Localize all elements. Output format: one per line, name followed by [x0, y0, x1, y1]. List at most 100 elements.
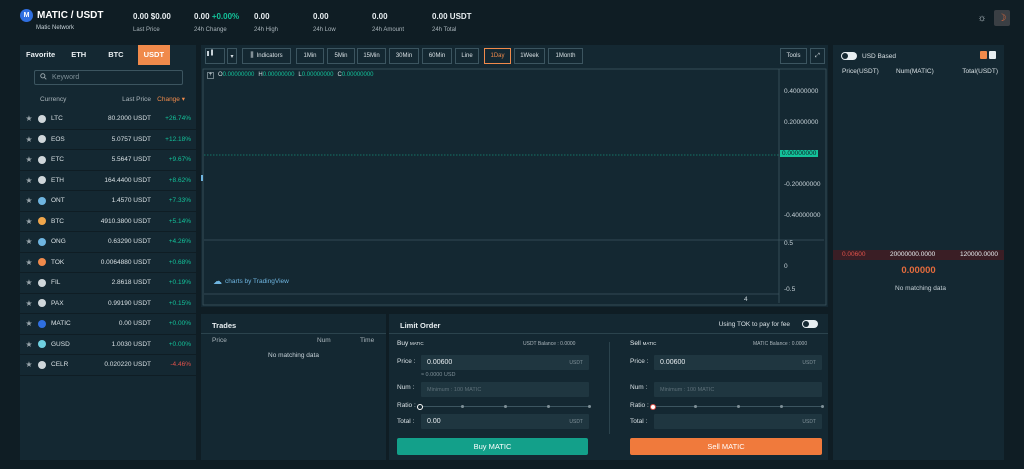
market-symbol: CELR — [51, 361, 69, 369]
market-change: +5.14% — [168, 217, 191, 225]
coin-icon — [38, 114, 46, 123]
market-row[interactable]: ★ BTC 4910.3800 USDT +5.14% — [20, 212, 196, 232]
market-row[interactable]: ★ ETH 164.4400 USDT +8.62% — [20, 171, 196, 191]
market-change: +0.68% — [168, 258, 191, 266]
col-currency[interactable]: Currency — [40, 96, 103, 103]
favorite-star-icon[interactable]: ★ — [20, 237, 38, 246]
col-last-price[interactable]: Last Price — [103, 96, 151, 103]
pair-header: M MATIC / USDT — [20, 9, 103, 22]
tradingview-watermark[interactable]: ☁ charts by TradingView — [213, 276, 289, 287]
sell-price-input[interactable]: 0.00600 USDT — [654, 355, 822, 370]
market-price: 4910.3800 USDT — [100, 217, 151, 225]
orderbook-panel: USD Based Price(USDT) Num(MATIC) Total(U… — [833, 45, 1004, 460]
market-row[interactable]: ★ ETC 5.5647 USDT +9.67% — [20, 150, 196, 171]
coin-icon — [38, 155, 46, 164]
coin-icon — [38, 217, 46, 226]
favorite-star-icon[interactable]: ★ — [20, 278, 38, 287]
market-row[interactable]: ★ GUSD 1.0030 USDT +0.00% — [20, 335, 196, 355]
sell-orders-view-icon[interactable] — [980, 51, 987, 59]
coin-icon — [38, 340, 46, 349]
favorite-star-icon[interactable]: ★ — [20, 196, 38, 205]
coin-icon — [38, 258, 46, 267]
sort-desc-icon: ▾ — [181, 96, 185, 103]
limit-order-title: Limit Order — [400, 321, 441, 330]
all-orders-view-icon[interactable] — [989, 51, 996, 59]
moon-icon[interactable]: ☽ — [994, 10, 1010, 26]
sell-total-input[interactable]: USDT — [654, 414, 822, 429]
coin-icon — [38, 196, 46, 205]
tab-btc[interactable]: BTC — [102, 45, 129, 65]
market-change: +26.74% — [165, 115, 191, 123]
trades-empty: No matching data — [268, 352, 319, 359]
market-symbol: EOS — [51, 135, 65, 143]
favorite-star-icon[interactable]: ★ — [20, 340, 38, 349]
market-row[interactable]: ★ CELR 0.020220 USDT -4.46% — [20, 355, 196, 376]
favorite-star-icon[interactable]: ★ — [20, 360, 38, 369]
sell-ratio-slider[interactable] — [650, 403, 824, 410]
tab-eth[interactable]: ETH — [65, 45, 92, 65]
coin-icon — [38, 135, 46, 144]
sell-button[interactable]: Sell MATIC — [630, 438, 822, 455]
sell-total-label: Total : — [630, 418, 648, 425]
coin-icon — [38, 299, 46, 308]
favorite-star-icon[interactable]: ★ — [20, 176, 38, 185]
buy-ratio-slider[interactable] — [417, 403, 591, 410]
favorite-star-icon[interactable]: ★ — [20, 135, 38, 144]
tok-fee-toggle[interactable] — [802, 320, 818, 328]
market-row[interactable]: ★ MATIC 0.00 USDT +0.00% — [20, 314, 196, 335]
volume-tick: -0.5 — [784, 286, 796, 293]
sun-icon[interactable]: ☼ — [974, 10, 990, 26]
market-change: +0.00% — [168, 320, 191, 328]
market-symbol: ONT — [51, 197, 65, 205]
market-row[interactable]: ★ TOK 0.0064880 USDT +0.68% — [20, 253, 196, 273]
market-price: 0.63290 USDT — [108, 238, 151, 246]
market-list-panel: Favorite ETH BTC USDT Keyword Currency L… — [20, 45, 196, 460]
market-row[interactable]: ★ EOS 5.0757 USDT +12.18% — [20, 130, 196, 150]
market-row[interactable]: ★ ONT 1.4570 USDT +7.33% — [20, 191, 196, 212]
buy-button[interactable]: Buy MATIC — [397, 438, 588, 455]
market-row[interactable]: ★ ONG 0.63290 USDT +4.26% — [20, 232, 196, 253]
favorite-star-icon[interactable]: ★ — [20, 258, 38, 267]
chart-canvas[interactable] — [201, 45, 828, 307]
col-change[interactable]: Change ▾ — [151, 95, 185, 103]
favorite-star-icon[interactable]: ★ — [20, 155, 38, 164]
orderbook-last-price: 0.00000 — [901, 265, 936, 276]
favorite-star-icon[interactable]: ★ — [20, 217, 38, 226]
cloud-icon: ☁ — [213, 276, 222, 286]
usd-based-toggle[interactable] — [841, 52, 857, 60]
market-change: +0.00% — [168, 340, 191, 348]
search-placeholder: Keyword — [52, 74, 80, 81]
stat-last-price: 0.00 $0.00 Last Price — [133, 12, 171, 33]
market-list-header: Currency Last Price Change ▾ — [20, 89, 196, 109]
market-row[interactable]: ★ PAX 0.99190 USDT +0.15% — [20, 294, 196, 314]
ohlc-legend: + O0.00000000 H0.00000000 L0.00000000 C0… — [207, 72, 374, 79]
market-price: 1.0030 USDT — [111, 340, 151, 348]
price-tick: 0.20000000 — [784, 119, 819, 126]
market-change: -4.46% — [170, 361, 191, 369]
market-row[interactable]: ★ FIL 2.8618 USDT +0.19% — [20, 273, 196, 294]
top-bar: M MATIC / USDT Matic Network 0.00 $0.00 … — [0, 0, 1024, 40]
price-tick: -0.40000000 — [784, 212, 821, 219]
favorite-star-icon[interactable]: ★ — [20, 114, 38, 123]
tab-favorite[interactable]: Favorite — [20, 45, 61, 65]
buy-price-input[interactable]: 0.00600 USDT — [421, 355, 589, 370]
tab-usdt[interactable]: USDT — [137, 45, 171, 65]
sell-num-input[interactable]: Minimum : 100 MATIC — [654, 382, 822, 397]
buy-ratio-knob — [417, 403, 423, 410]
market-price: 164.4400 USDT — [104, 176, 151, 184]
favorite-star-icon[interactable]: ★ — [20, 299, 38, 308]
buy-num-input[interactable]: Minimum : 100 MATIC — [421, 382, 589, 397]
buy-total-input[interactable]: 0.00 USDT — [421, 414, 589, 429]
market-symbol: FIL — [51, 279, 61, 287]
market-price: 0.0064880 USDT — [100, 258, 151, 266]
stat-24h-amount: 0.00 24h Amount — [372, 12, 405, 33]
collapse-legend-icon[interactable]: + — [207, 72, 214, 79]
orderbook-ask-row[interactable]: 0.00600 20000000.0000 120000.0000 — [833, 250, 1004, 260]
market-symbol: ETC — [51, 156, 64, 164]
search-input[interactable]: Keyword — [34, 70, 183, 85]
sell-ratio-label: Ratio : — [630, 402, 649, 409]
stat-24h-total: 0.00 USDT 24h Total — [432, 12, 472, 33]
favorite-star-icon[interactable]: ★ — [20, 319, 38, 328]
market-change: +4.26% — [168, 238, 191, 246]
market-row[interactable]: ★ LTC 80.2000 USDT +26.74% — [20, 109, 196, 130]
